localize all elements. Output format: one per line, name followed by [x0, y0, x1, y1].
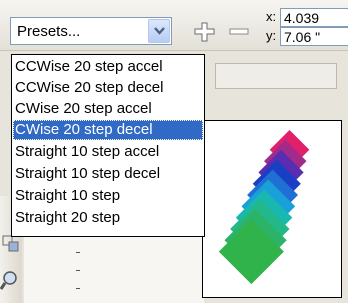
- preset-item-ccwise-20-decel[interactable]: CCWise 20 step decel: [13, 78, 203, 98]
- position-fields: x: 4.039 y: 7.06 ": [262, 0, 348, 50]
- secondary-field[interactable]: [215, 63, 337, 89]
- plus-icon: [194, 22, 215, 42]
- y-label: y:: [266, 28, 277, 43]
- blend-preview-graphic: [218, 129, 310, 285]
- property-bar: Presets... x: 4.039 y: 7.06 ": [0, 0, 348, 51]
- x-position-row: x: 4.039: [262, 8, 348, 28]
- presets-menu[interactable]: CCWise 20 step accel CCWise 20 step dece…: [11, 54, 205, 237]
- ruler-tick: [76, 270, 80, 271]
- y-position-input[interactable]: 7.06 ": [280, 27, 348, 46]
- add-preset-button[interactable]: [192, 21, 218, 43]
- x-label: x:: [266, 9, 277, 24]
- chevron-down-icon: [154, 27, 165, 35]
- presets-dropdown[interactable]: Presets...: [10, 17, 172, 45]
- zoom-icon[interactable]: [0, 268, 22, 294]
- secondary-toolbar: [205, 56, 348, 96]
- preset-item-straight-10-accel[interactable]: Straight 10 step accel: [13, 142, 203, 162]
- remove-preset-button[interactable]: [227, 21, 253, 43]
- preset-item-ccwise-20-accel[interactable]: CCWise 20 step accel: [13, 57, 203, 77]
- preview-canvas[interactable]: [202, 120, 342, 298]
- preset-item-cwise-20-decel[interactable]: CWise 20 step decel: [13, 120, 203, 140]
- minus-icon: [229, 28, 249, 35]
- presets-label: Presets...: [17, 23, 81, 40]
- presets-dropdown-button[interactable]: [148, 19, 170, 43]
- ruler-tick: [76, 288, 80, 289]
- preset-item-straight-20[interactable]: Straight 20 step: [13, 208, 203, 228]
- ruler-tick: [76, 252, 80, 253]
- y-position-row: y: 7.06 ": [262, 27, 348, 47]
- x-position-input[interactable]: 4.039: [280, 8, 348, 27]
- preset-item-straight-10-decel[interactable]: Straight 10 step decel: [13, 164, 203, 184]
- preset-item-cwise-20-accel[interactable]: CWise 20 step accel: [13, 99, 203, 119]
- preset-item-straight-10[interactable]: Straight 10 step: [13, 186, 203, 206]
